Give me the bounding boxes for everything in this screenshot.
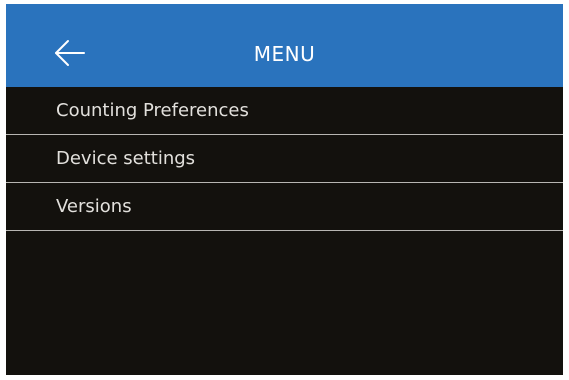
menu-list: Counting Preferences Device settings Ver… bbox=[6, 87, 563, 231]
arrow-left-icon bbox=[55, 40, 85, 66]
menu-item-label: Counting Preferences bbox=[56, 100, 249, 121]
menu-item-versions[interactable]: Versions bbox=[6, 183, 563, 231]
back-button[interactable] bbox=[50, 36, 90, 70]
header-bar: MENU bbox=[6, 4, 563, 87]
menu-item-label: Versions bbox=[56, 196, 132, 217]
menu-item-counting-preferences[interactable]: Counting Preferences bbox=[6, 87, 563, 135]
menu-item-label: Device settings bbox=[56, 148, 196, 169]
device-screen: MENU Counting Preferences Device setting… bbox=[6, 4, 563, 375]
menu-item-device-settings[interactable]: Device settings bbox=[6, 135, 563, 183]
